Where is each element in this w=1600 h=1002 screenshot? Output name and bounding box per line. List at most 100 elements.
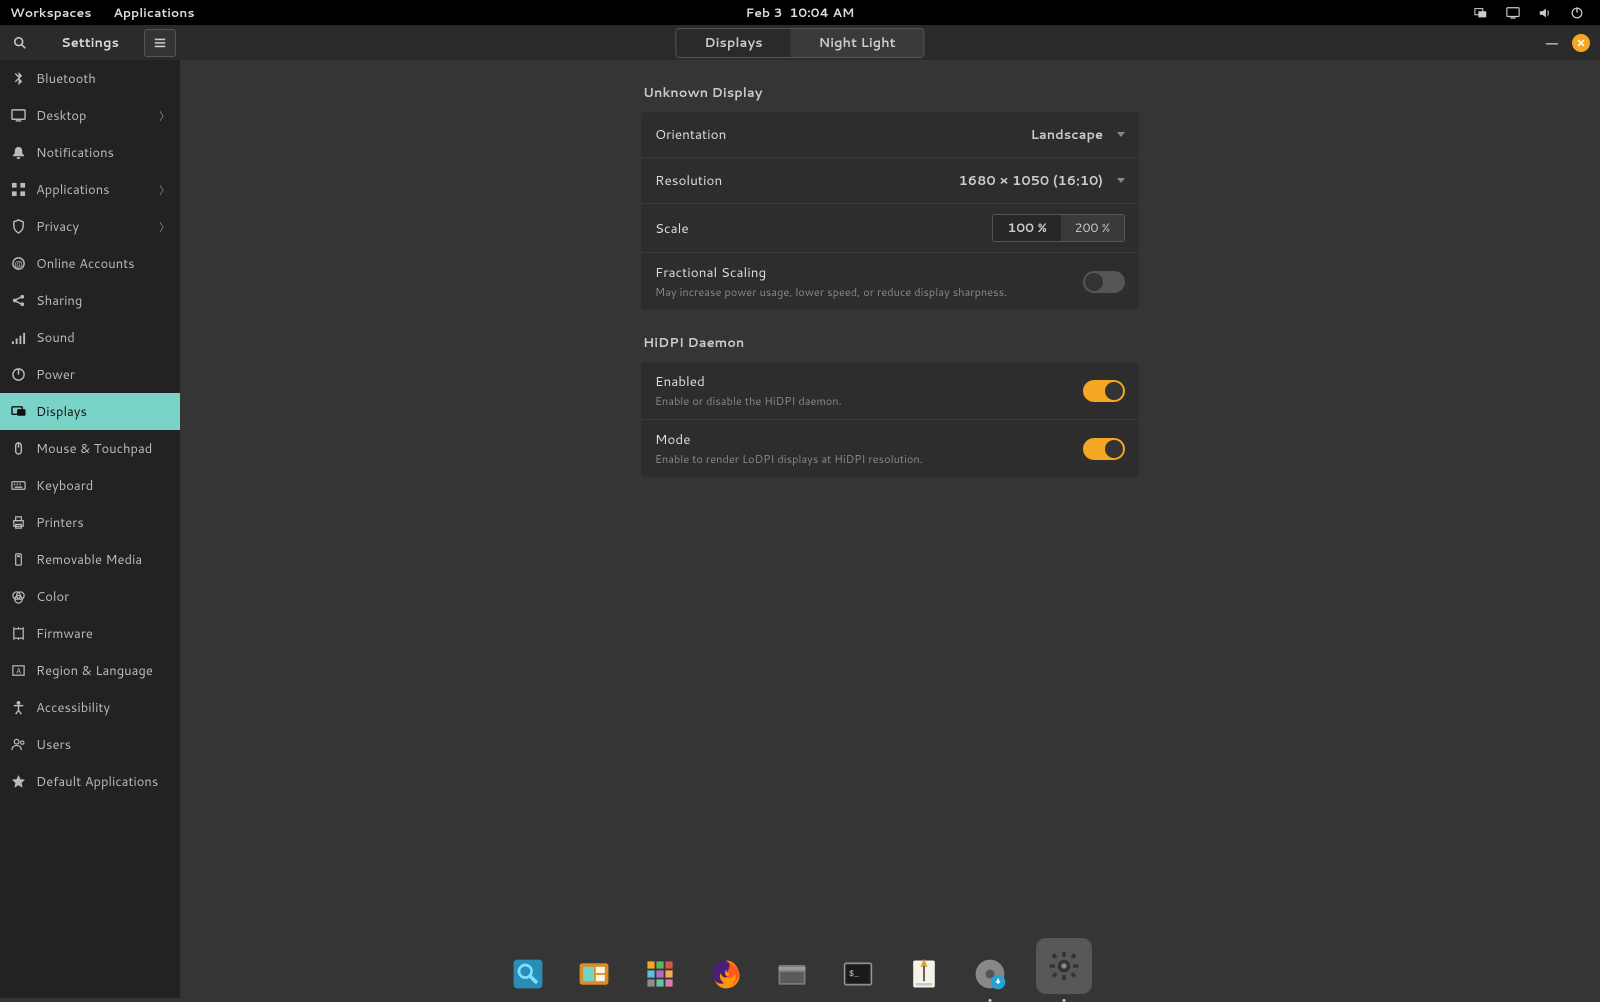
keyboard-icon xyxy=(10,478,26,493)
desktop-icon xyxy=(10,108,26,123)
power-icon xyxy=(10,367,26,382)
sidebar-item-removable[interactable]: Removable Media xyxy=(0,541,180,578)
hidpi-mode-row: Mode Enable to render LoDPI displays at … xyxy=(641,420,1139,477)
sidebar-item-firmware[interactable]: Firmware xyxy=(0,615,180,652)
sidebar-item-default-apps[interactable]: Default Applications xyxy=(0,763,180,800)
sound-icon xyxy=(10,330,26,345)
content-tabs: Displays Night Light xyxy=(675,28,924,58)
orientation-row[interactable]: Orientation Landscape xyxy=(641,112,1139,158)
tab-displays[interactable]: Displays xyxy=(676,29,790,57)
sidebar-item-sound[interactable]: Sound xyxy=(0,319,180,356)
sidebar-item-label: Notifications xyxy=(36,144,170,162)
tray-windows-icon[interactable] xyxy=(1474,6,1488,20)
sidebar-item-displays[interactable]: Displays xyxy=(0,393,180,430)
close-button[interactable]: ✕ xyxy=(1572,34,1590,52)
dock-search-app[interactable] xyxy=(508,954,548,994)
sidebar-item-notifications[interactable]: Notifications xyxy=(0,134,180,171)
dock-apps-grid[interactable] xyxy=(640,954,680,994)
sidebar-item-label: Displays xyxy=(36,403,170,421)
sidebar-item-label: Color xyxy=(36,588,170,606)
settings-sidebar: Bluetooth Desktop 〉 Notifications Applicatio… xyxy=(0,60,180,998)
chevron-right-icon: 〉 xyxy=(159,108,170,124)
firmware-icon xyxy=(10,626,26,641)
bluetooth-icon xyxy=(10,71,26,86)
dock-workspace-app[interactable] xyxy=(574,954,614,994)
dock-firefox[interactable] xyxy=(706,954,746,994)
scale-200[interactable]: 200 % xyxy=(1061,215,1124,241)
sidebar-item-keyboard[interactable]: Keyboard xyxy=(0,467,180,504)
tray-power-icon[interactable] xyxy=(1570,6,1584,20)
chevron-right-icon: 〉 xyxy=(159,219,170,235)
sidebar-item-privacy[interactable]: Privacy 〉 xyxy=(0,208,180,245)
color-icon xyxy=(10,589,26,604)
mouse-icon xyxy=(10,441,26,456)
main-content: Unknown Display Orientation Landscape Re… xyxy=(180,60,1600,998)
sidebar-item-label: Online Accounts xyxy=(36,255,170,273)
hidpi-enabled-switch[interactable] xyxy=(1083,380,1125,402)
tray-monitor-icon[interactable] xyxy=(1506,6,1520,20)
sidebar-item-applications[interactable]: Applications 〉 xyxy=(0,171,180,208)
dock: $_ xyxy=(490,930,1110,998)
privacy-icon xyxy=(10,219,26,234)
sharing-icon xyxy=(10,293,26,308)
sidebar-item-bluetooth[interactable]: Bluetooth xyxy=(0,60,180,97)
sidebar-item-label: Default Applications xyxy=(36,773,170,791)
sidebar-item-color[interactable]: Color xyxy=(0,578,180,615)
scale-segmented: 100 % 200 % xyxy=(992,214,1125,242)
sidebar-item-sharing[interactable]: Sharing xyxy=(0,282,180,319)
sidebar-item-label: Applications xyxy=(36,181,149,199)
dock-files[interactable] xyxy=(772,954,812,994)
sidebar-item-users[interactable]: Users xyxy=(0,726,180,763)
hidpi-mode-switch[interactable] xyxy=(1083,438,1125,460)
svg-text:@: @ xyxy=(14,257,23,269)
sidebar-item-mouse[interactable]: Mouse & Touchpad xyxy=(0,430,180,467)
sidebar-item-printers[interactable]: Printers xyxy=(0,504,180,541)
tray-volume-icon[interactable] xyxy=(1538,6,1552,20)
section-title-display: Unknown Display xyxy=(643,84,1139,102)
sidebar-item-label: Mouse & Touchpad xyxy=(36,440,170,458)
sidebar-item-desktop[interactable]: Desktop 〉 xyxy=(0,97,180,134)
fractional-scaling-switch[interactable] xyxy=(1083,271,1125,293)
sidebar-item-region[interactable]: A Region & Language xyxy=(0,652,180,689)
scale-row: Scale 100 % 200 % xyxy=(641,204,1139,253)
topbar-workspaces[interactable]: Workspaces xyxy=(10,4,91,22)
sidebar-item-label: Desktop xyxy=(36,107,149,125)
displays-icon xyxy=(10,404,26,419)
chevron-down-icon xyxy=(1117,132,1125,137)
window-header: Settings Displays Night Light — ✕ xyxy=(0,25,1600,60)
topbar-clock[interactable]: Feb 3 10:04 AM xyxy=(746,4,855,22)
sidebar-item-online-accounts[interactable]: @ Online Accounts xyxy=(0,245,180,282)
fractional-scaling-row: Fractional Scaling May increase power us… xyxy=(641,253,1139,310)
sidebar-item-label: Power xyxy=(36,366,170,384)
search-button[interactable] xyxy=(4,29,36,57)
chevron-right-icon: 〉 xyxy=(159,182,170,198)
resolution-value: 1680 × 1050 (16:10) xyxy=(958,172,1103,190)
chevron-down-icon xyxy=(1117,178,1125,183)
sidebar-item-label: Sound xyxy=(36,329,170,347)
sidebar-item-label: Privacy xyxy=(36,218,149,236)
hamburger-button[interactable] xyxy=(144,29,176,57)
svg-text:A: A xyxy=(15,666,20,676)
orientation-value: Landscape xyxy=(1031,126,1103,144)
tab-night-light[interactable]: Night Light xyxy=(791,29,924,57)
sidebar-item-label: Accessibility xyxy=(36,699,170,717)
sidebar-item-accessibility[interactable]: Accessibility xyxy=(0,689,180,726)
topbar-applications[interactable]: Applications xyxy=(113,4,194,22)
display-panel: Orientation Landscape Resolution 1680 × … xyxy=(641,112,1139,310)
sidebar-item-label: Sharing xyxy=(36,292,170,310)
dock-installer[interactable] xyxy=(970,954,1010,994)
dock-writer[interactable] xyxy=(904,954,944,994)
dock-terminal[interactable]: $_ xyxy=(838,954,878,994)
region-icon: A xyxy=(10,663,26,678)
hidpi-panel: Enabled Enable or disable the HiDPI daem… xyxy=(641,362,1139,477)
resolution-row[interactable]: Resolution 1680 × 1050 (16:10) xyxy=(641,158,1139,204)
dock-settings[interactable] xyxy=(1036,938,1092,994)
sidebar-item-label: Removable Media xyxy=(36,551,170,569)
scale-100[interactable]: 100 % xyxy=(993,215,1060,241)
sidebar-item-label: Region & Language xyxy=(36,662,170,680)
accessibility-icon xyxy=(10,700,26,715)
sidebar-item-label: Keyboard xyxy=(36,477,170,495)
section-title-hidpi: HiDPI Daemon xyxy=(643,334,1139,352)
topbar: Workspaces Applications Feb 3 10:04 AM xyxy=(0,0,1600,25)
sidebar-item-power[interactable]: Power xyxy=(0,356,180,393)
